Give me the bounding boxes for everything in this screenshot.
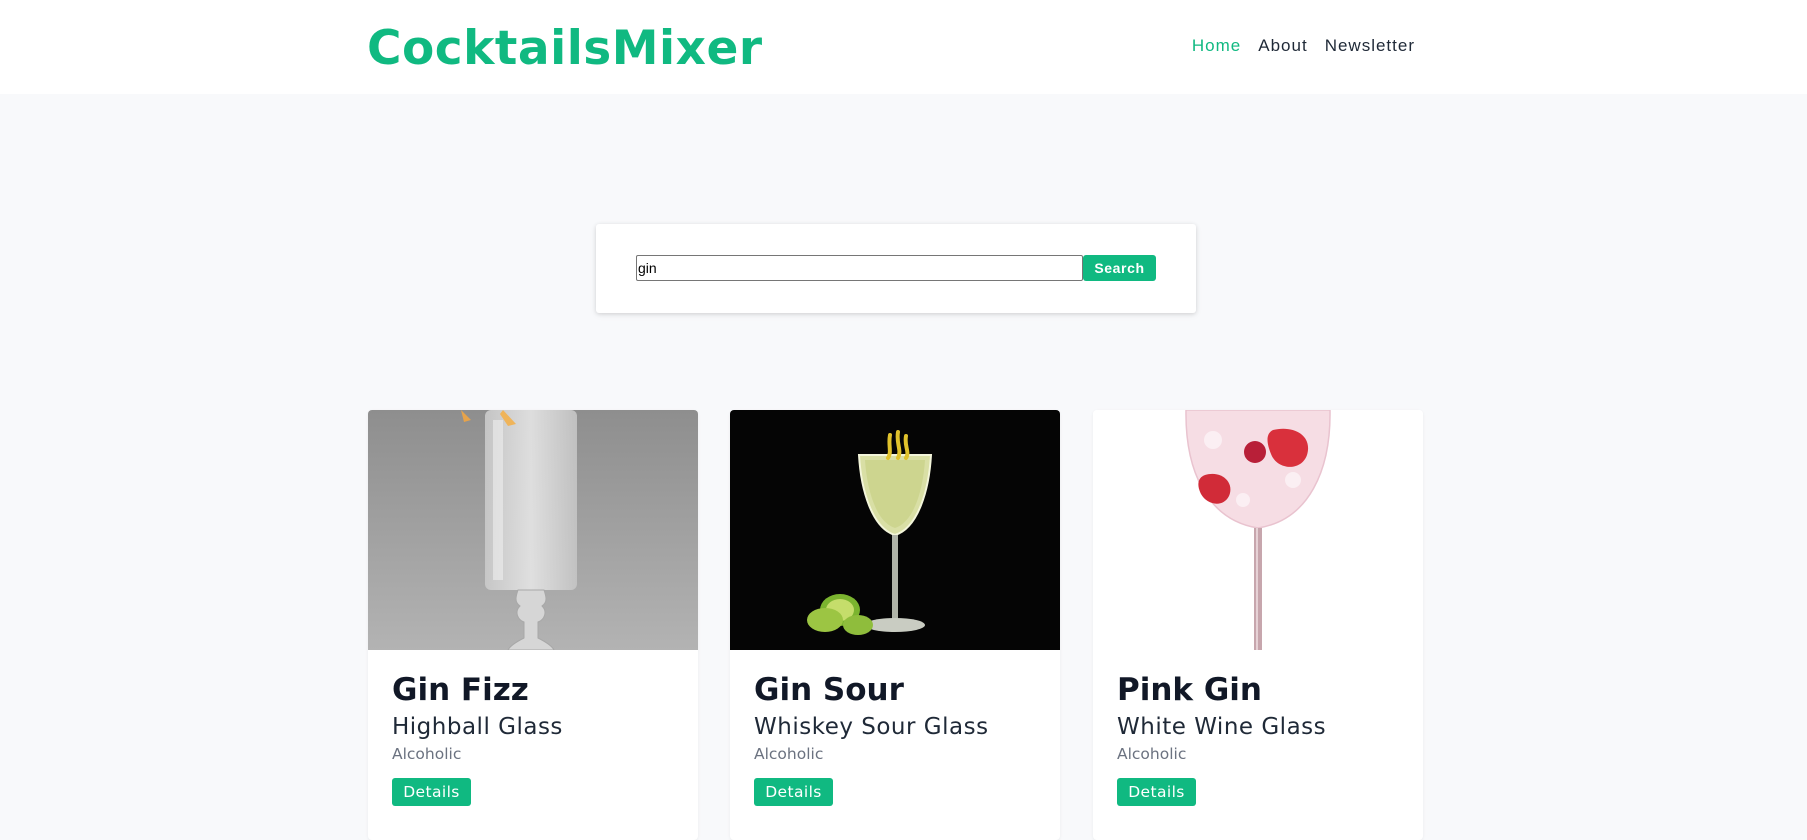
pink-gin-illustration [1093, 410, 1423, 650]
details-button[interactable]: Details [392, 778, 471, 806]
cocktail-glass: Highball Glass [392, 714, 563, 740]
site-logo[interactable]: CocktailsMixer [367, 20, 763, 78]
gin-fizz-illustration [368, 410, 698, 650]
pink-gin-photo [1093, 410, 1423, 650]
details-button[interactable]: Details [754, 778, 833, 806]
cocktail-card: Gin Sour Whiskey Sour Glass Alcoholic De… [730, 410, 1060, 840]
cocktail-glass: White Wine Glass [1117, 714, 1327, 740]
cocktail-name: Pink Gin [1117, 672, 1262, 708]
cocktail-type: Alcoholic [1117, 745, 1187, 763]
gin-fizz-photo [368, 410, 698, 650]
cocktail-type: Alcoholic [754, 745, 824, 763]
cocktail-type: Alcoholic [392, 745, 462, 763]
details-button[interactable]: Details [1117, 778, 1196, 806]
gin-sour-photo [730, 410, 1060, 650]
nav-item-newsletter[interactable]: Newsletter [1325, 36, 1415, 56]
search-button[interactable]: Search [1083, 255, 1156, 281]
nav-links: Home About Newsletter [1192, 36, 1415, 56]
navbar: CocktailsMixer Home About Newsletter [0, 0, 1807, 94]
search-form: Search [596, 224, 1196, 313]
search-input[interactable] [636, 255, 1083, 281]
cocktail-name: Gin Fizz [392, 672, 529, 708]
gin-sour-illustration [730, 410, 1060, 650]
cocktail-card: Pink Gin White Wine Glass Alcoholic Deta… [1093, 410, 1423, 840]
cocktail-card: Gin Fizz Highball Glass Alcoholic Detail… [368, 410, 698, 840]
nav-item-about[interactable]: About [1258, 36, 1307, 56]
cocktail-name: Gin Sour [754, 672, 904, 708]
cocktail-glass: Whiskey Sour Glass [754, 714, 989, 740]
nav-item-home[interactable]: Home [1192, 36, 1241, 56]
